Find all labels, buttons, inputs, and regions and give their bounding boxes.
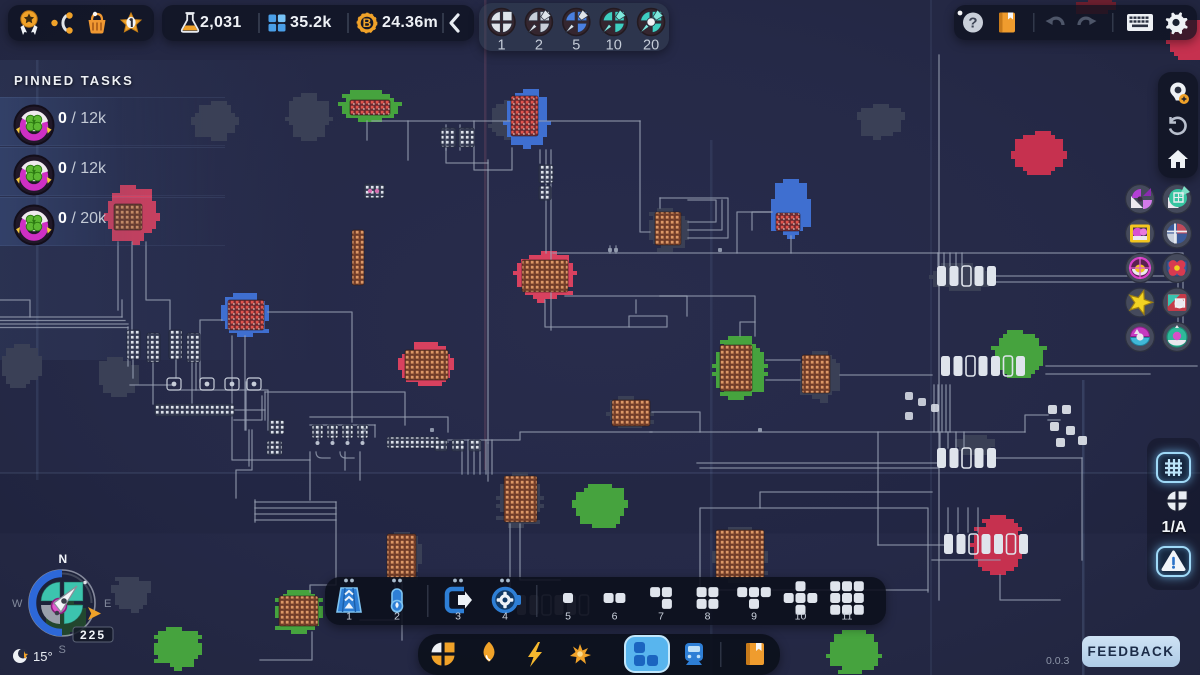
svg-text:20: 20 xyxy=(643,38,659,52)
svg-text:15°: 15° xyxy=(33,649,53,664)
svg-text:1: 1 xyxy=(497,38,505,52)
svg-text:4: 4 xyxy=(502,611,508,623)
svg-text:W: W xyxy=(12,598,23,610)
svg-text:10: 10 xyxy=(606,38,622,52)
svg-text:6: 6 xyxy=(612,611,618,623)
svg-text:?: ? xyxy=(968,15,977,32)
svg-text:11: 11 xyxy=(842,611,853,623)
svg-text:2: 2 xyxy=(394,611,400,623)
svg-text:9: 9 xyxy=(751,611,757,623)
svg-text:5: 5 xyxy=(565,611,571,623)
svg-text:1: 1 xyxy=(346,611,352,623)
svg-text:8: 8 xyxy=(705,611,711,623)
svg-text:7: 7 xyxy=(658,611,664,623)
svg-text:2: 2 xyxy=(535,38,543,52)
svg-text:10: 10 xyxy=(795,611,807,623)
svg-text:5: 5 xyxy=(572,38,580,52)
svg-text:3: 3 xyxy=(455,611,461,623)
svg-text:E: E xyxy=(104,598,111,610)
svg-text:B: B xyxy=(363,16,372,30)
svg-text:N: N xyxy=(59,552,68,566)
svg-text:S: S xyxy=(59,644,66,656)
svg-text:225: 225 xyxy=(80,628,106,642)
